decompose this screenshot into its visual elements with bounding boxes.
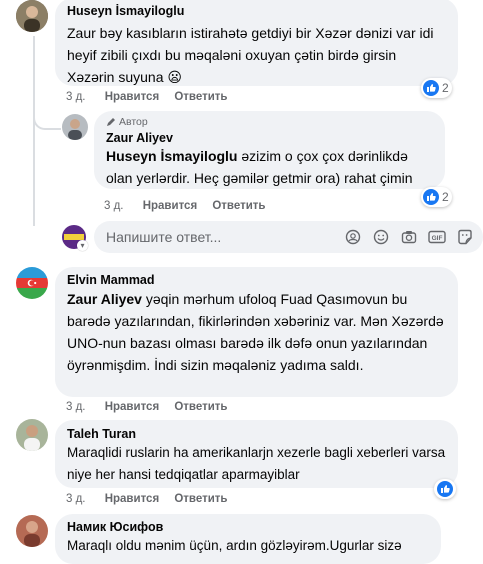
svg-text:GIF: GIF bbox=[432, 235, 443, 242]
person-photo-icon bbox=[62, 114, 88, 140]
camera-icon[interactable] bbox=[401, 229, 417, 245]
sticker-icon[interactable] bbox=[457, 229, 473, 245]
comment-author[interactable]: Taleh Turan bbox=[67, 427, 446, 441]
comment-text: Huseyn İsmayiloglu əzizim o çox çox dəri… bbox=[106, 148, 413, 186]
like-icon bbox=[423, 189, 439, 205]
comment-author[interactable]: Elvin Mammad bbox=[67, 273, 446, 287]
comment-meta: 3 д. Нравится Ответить bbox=[66, 401, 228, 413]
person-photo-icon bbox=[16, 0, 48, 32]
comment-text: Maraqlidi ruslarin ha amerikanlarjn xeze… bbox=[67, 445, 446, 482]
mention-link[interactable]: Huseyn İsmayiloglu bbox=[106, 148, 237, 164]
comment-bubble-1: Huseyn İsmayiloglu Zaur bəy kasıbların i… bbox=[55, 0, 458, 86]
comment-text: Maraqlı oldu mənim üçün, ardın gözləyirə… bbox=[67, 538, 402, 553]
thread-line bbox=[33, 36, 35, 226]
surprised-emoji: 😦 bbox=[167, 69, 183, 85]
avatar-namik[interactable] bbox=[16, 515, 48, 547]
mention-link[interactable]: Zaur Aliyev bbox=[67, 291, 142, 307]
avatar-sticker-icon[interactable] bbox=[345, 229, 361, 245]
comment-bubble-2: Автор Zaur Aliyev Huseyn İsmayiloglu əzi… bbox=[94, 111, 445, 189]
like-button[interactable]: Нравится bbox=[105, 493, 159, 505]
like-icon bbox=[423, 80, 439, 96]
thread-branch bbox=[33, 106, 61, 130]
comment-time[interactable]: 3 д. bbox=[66, 493, 86, 505]
avatar-zaur[interactable] bbox=[62, 114, 88, 140]
comment-bubble-3: Elvin Mammad Zaur Aliyev yəqin mərhum uf… bbox=[55, 267, 458, 397]
reaction-count[interactable]: 2 bbox=[421, 187, 452, 207]
reply-button[interactable]: Ответить bbox=[212, 200, 265, 212]
person-photo-icon bbox=[16, 515, 48, 547]
comment-time[interactable]: 3 д. bbox=[66, 401, 86, 413]
comment-meta: 3 д. Нравится Ответить bbox=[104, 200, 266, 212]
avatar-dropdown-icon[interactable]: ▾ bbox=[77, 240, 88, 251]
like-icon bbox=[437, 481, 453, 497]
reply-button[interactable]: Ответить bbox=[174, 91, 227, 103]
comment-author[interactable]: Huseyn İsmayiloglu bbox=[67, 4, 446, 18]
like-button[interactable]: Нравится bbox=[143, 200, 197, 212]
reply-input[interactable]: Напишите ответ... GIF bbox=[94, 221, 483, 253]
comment-text: Zaur bəy kasıbların istirahətə getdiyi b… bbox=[67, 25, 434, 85]
azerbaijan-flag-icon bbox=[16, 267, 48, 299]
comment-meta: 3 д. Нравится Ответить bbox=[66, 91, 228, 103]
comment-time[interactable]: 3 д. bbox=[66, 91, 86, 103]
like-button[interactable]: Нравится bbox=[105, 91, 159, 103]
gif-icon[interactable]: GIF bbox=[428, 229, 446, 245]
pencil-icon bbox=[107, 118, 115, 126]
comment-time[interactable]: 3 д. bbox=[104, 200, 124, 212]
person-photo-icon bbox=[16, 419, 48, 451]
reply-placeholder: Напишите ответ... bbox=[106, 229, 222, 245]
reaction-like[interactable] bbox=[434, 479, 456, 499]
reply-button[interactable]: Ответить bbox=[174, 493, 227, 505]
avatar-elvin[interactable] bbox=[16, 267, 48, 299]
author-badge: Автор bbox=[106, 116, 433, 128]
avatar-taleh[interactable] bbox=[16, 419, 48, 451]
reaction-count[interactable]: 2 bbox=[421, 78, 452, 98]
comment-text: Zaur Aliyev yəqin mərhum ufoloq Fuad Qas… bbox=[67, 291, 444, 373]
reply-button[interactable]: Ответить bbox=[174, 401, 227, 413]
emoji-icon[interactable] bbox=[373, 229, 389, 245]
comment-author[interactable]: Zaur Aliyev bbox=[106, 131, 433, 145]
comment-author[interactable]: Намик Юсифов bbox=[67, 520, 429, 534]
comment-meta: 3 д. Нравится Ответить bbox=[66, 493, 228, 505]
avatar-huseyn[interactable] bbox=[16, 0, 48, 32]
comment-bubble-4: Taleh Turan Maraqlidi ruslarin ha amerik… bbox=[55, 420, 458, 488]
comment-bubble-5: Намик Юсифов Maraqlı oldu mənim üçün, ar… bbox=[55, 514, 441, 564]
like-button[interactable]: Нравится bbox=[105, 401, 159, 413]
